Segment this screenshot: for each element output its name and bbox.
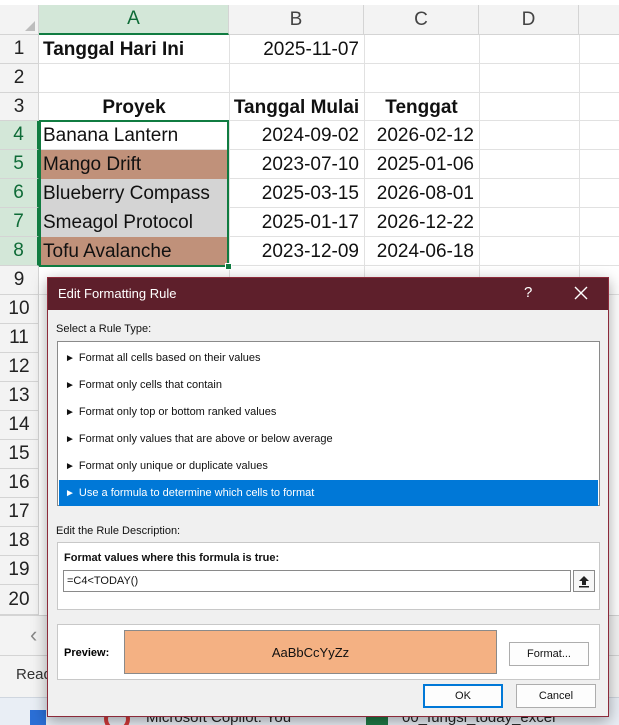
column-header-c[interactable]: C bbox=[364, 5, 479, 35]
row-header-8[interactable]: 8 bbox=[0, 237, 39, 266]
row-header-10[interactable]: 10 bbox=[0, 295, 39, 324]
arrow-icon: ► bbox=[65, 487, 75, 499]
rule-type-label: Format only cells that contain bbox=[78, 379, 222, 391]
cell-a3[interactable]: Proyek bbox=[39, 93, 229, 122]
cell-a1[interactable]: Tanggal Hari Ini bbox=[39, 35, 229, 64]
fill-handle[interactable] bbox=[225, 263, 232, 270]
cell-b6[interactable]: 2025-03-15 bbox=[229, 179, 364, 208]
cell-c5[interactable]: 2025-01-06 bbox=[364, 150, 479, 179]
rule-type-item[interactable]: ► Format only unique or duplicate values bbox=[59, 453, 598, 479]
cell-b3[interactable]: Tanggal Mulai bbox=[229, 93, 364, 122]
row-header-9[interactable]: 9 bbox=[0, 266, 39, 295]
cell-b4[interactable]: 2024-09-02 bbox=[229, 121, 364, 150]
select-all-corner[interactable] bbox=[0, 5, 39, 35]
range-selector-button[interactable] bbox=[573, 570, 595, 592]
edit-formatting-rule-dialog: Edit Formatting Rule ? Select a Rule Typ… bbox=[47, 277, 609, 717]
cell-a7[interactable]: Smeagol Protocol bbox=[39, 208, 229, 237]
arrow-icon: ► bbox=[65, 406, 75, 418]
select-rule-type-label: Select a Rule Type: bbox=[56, 323, 152, 335]
cell-b1[interactable]: 2025-11-07 bbox=[229, 35, 364, 64]
row-header-13[interactable]: 13 bbox=[0, 382, 39, 411]
row-header-12[interactable]: 12 bbox=[0, 353, 39, 382]
row-header-16[interactable]: 16 bbox=[0, 469, 39, 498]
help-button[interactable]: ? bbox=[524, 284, 532, 301]
column-header-a[interactable]: A bbox=[39, 5, 229, 35]
rule-type-item[interactable]: ► Format only cells that contain bbox=[59, 372, 598, 398]
cell-b8[interactable]: 2023-12-09 bbox=[229, 237, 364, 266]
rule-type-item-selected[interactable]: ► Use a formula to determine which cells … bbox=[59, 480, 598, 506]
row-header-3[interactable]: 3 bbox=[0, 93, 39, 121]
cell-b5[interactable]: 2023-07-10 bbox=[229, 150, 364, 179]
cell-c3[interactable]: Tenggat bbox=[364, 93, 479, 122]
row-header-14[interactable]: 14 bbox=[0, 411, 39, 440]
row-header-4[interactable]: 4 bbox=[0, 121, 39, 150]
column-header-b[interactable]: B bbox=[229, 5, 364, 35]
arrow-icon: ► bbox=[65, 379, 75, 391]
taskbar-app-icon[interactable] bbox=[30, 710, 46, 725]
arrow-icon: ► bbox=[65, 433, 75, 445]
rule-type-label: Use a formula to determine which cells t… bbox=[78, 487, 315, 499]
ok-button[interactable]: OK bbox=[423, 684, 503, 708]
arrow-icon: ► bbox=[65, 352, 75, 364]
row-header-2[interactable]: 2 bbox=[0, 64, 39, 93]
collapse-dialog-icon bbox=[579, 576, 589, 588]
preview-sample: AaBbCcYyZz bbox=[124, 630, 497, 674]
format-button[interactable]: Format... bbox=[509, 642, 589, 666]
dialog-title: Edit Formatting Rule bbox=[58, 286, 177, 301]
row-header-15[interactable]: 15 bbox=[0, 440, 39, 469]
cancel-button[interactable]: Cancel bbox=[516, 684, 596, 708]
rule-type-item[interactable]: ► Format only top or bottom ranked values bbox=[59, 399, 598, 425]
row-header-11[interactable]: 11 bbox=[0, 324, 39, 353]
cell-a6[interactable]: Blueberry Compass bbox=[39, 179, 229, 208]
rule-description-panel: Format values where this formula is true… bbox=[57, 542, 600, 610]
dialog-title-bar[interactable]: Edit Formatting Rule ? bbox=[48, 278, 608, 310]
row-header-5[interactable]: 5 bbox=[0, 150, 39, 179]
rule-type-item[interactable]: ► Format all cells based on their values bbox=[59, 345, 598, 371]
rule-type-label: Format only unique or duplicate values bbox=[78, 460, 268, 472]
cell-a4[interactable]: Banana Lantern bbox=[39, 121, 229, 150]
arrow-icon: ► bbox=[65, 460, 75, 472]
preview-label: Preview: bbox=[64, 647, 110, 659]
cell-a8[interactable]: Tofu Avalanche bbox=[39, 237, 229, 266]
column-header-e[interactable] bbox=[579, 5, 619, 35]
row-header-20[interactable]: 20 bbox=[0, 585, 39, 615]
rule-type-item[interactable]: ► Format only values that are above or be… bbox=[59, 426, 598, 452]
column-header-d[interactable]: D bbox=[479, 5, 579, 35]
cell-b7[interactable]: 2025-01-17 bbox=[229, 208, 364, 237]
rule-type-label: Format only values that are above or bel… bbox=[78, 433, 333, 445]
formula-header: Format values where this formula is true… bbox=[64, 552, 280, 564]
edit-description-label: Edit the Rule Description: bbox=[56, 525, 181, 537]
formula-input[interactable]: =C4<TODAY() bbox=[63, 570, 571, 592]
cell-c8[interactable]: 2024-06-18 bbox=[364, 237, 479, 266]
rule-type-label: Format all cells based on their values bbox=[78, 352, 261, 364]
close-icon[interactable] bbox=[569, 281, 593, 305]
select-all-triangle bbox=[25, 21, 35, 31]
row-header-7[interactable]: 7 bbox=[0, 208, 39, 237]
cell-a5[interactable]: Mango Drift bbox=[39, 150, 229, 179]
cell-c4[interactable]: 2026-02-12 bbox=[364, 121, 479, 150]
cell-c7[interactable]: 2026-12-22 bbox=[364, 208, 479, 237]
sheet-scroll-left-icon[interactable]: ‹ bbox=[30, 622, 37, 648]
row-header-19[interactable]: 19 bbox=[0, 556, 39, 585]
row-header-1[interactable]: 1 bbox=[0, 35, 39, 64]
row-header-6[interactable]: 6 bbox=[0, 179, 39, 208]
cell-c6[interactable]: 2026-08-01 bbox=[364, 179, 479, 208]
preview-panel: Preview: AaBbCcYyZz Format... bbox=[57, 624, 600, 680]
row-header-18[interactable]: 18 bbox=[0, 527, 39, 556]
row-header-17[interactable]: 17 bbox=[0, 498, 39, 527]
rule-type-list: ► Format all cells based on their values … bbox=[57, 341, 600, 506]
rule-type-label: Format only top or bottom ranked values bbox=[78, 406, 277, 418]
